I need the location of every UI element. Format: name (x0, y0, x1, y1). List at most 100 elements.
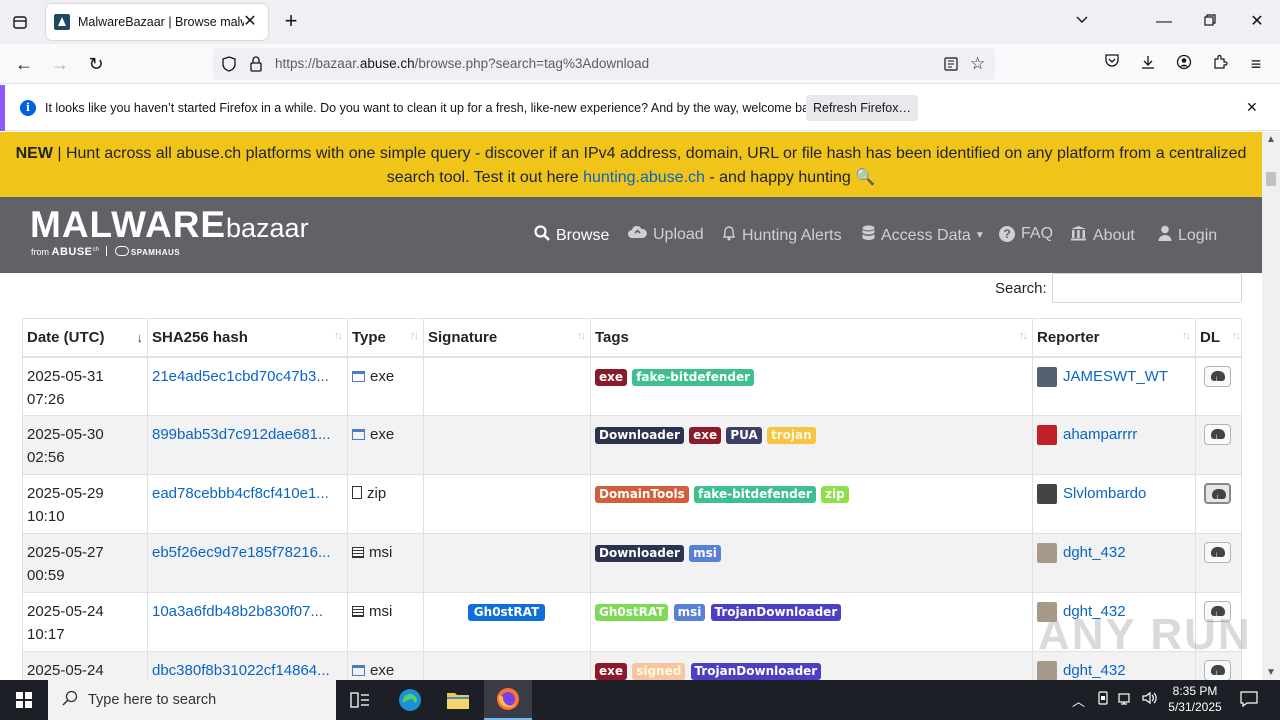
tag-badge[interactable]: DomainTools (595, 486, 689, 503)
firefox-icon[interactable] (484, 680, 532, 720)
hash-link[interactable]: 21e4ad5ec1cbd70c47b3... (152, 368, 329, 385)
windows-logo-icon (16, 692, 32, 708)
device-icon[interactable] (1096, 691, 1110, 708)
tag-badge[interactable]: Gh0stRAT (595, 604, 669, 621)
download-icon[interactable] (1204, 542, 1231, 567)
col-type[interactable]: Type ↑↓ (347, 318, 424, 358)
refresh-firefox-button[interactable]: Refresh Firefox… (806, 95, 918, 121)
reload-icon[interactable]: ↻ (84, 52, 108, 76)
reader-view-icon[interactable] (943, 56, 959, 77)
tag-badge[interactable]: fake-bitdefender (632, 368, 755, 386)
tag-badge[interactable]: exe (689, 427, 722, 444)
file-explorer-icon[interactable] (434, 680, 482, 720)
tag-badge[interactable]: msi (689, 545, 721, 562)
reporter-link[interactable]: dght_432 (1063, 541, 1126, 564)
table-search-input[interactable] (1052, 273, 1242, 303)
tag-badge[interactable]: Downloader (595, 545, 684, 562)
tag-badge[interactable]: PUA (726, 427, 762, 444)
url-text[interactable]: https://bazaar.abuse.ch/browse.php?searc… (275, 56, 649, 71)
tag-badge[interactable]: TrojanDownloader (690, 663, 822, 680)
tag-badge[interactable]: zip (820, 486, 849, 503)
forward-icon[interactable]: → (48, 52, 72, 76)
page-scrollbar[interactable]: ▲ ▼ (1262, 132, 1280, 680)
nav-upload[interactable]: Upload (628, 225, 704, 244)
browser-tab[interactable]: MalwareBazaar | Browse malwa ✕ (46, 4, 268, 40)
window-close-icon[interactable]: ✕ (1245, 10, 1269, 34)
tag-badge[interactable]: msi (673, 604, 706, 621)
account-icon[interactable] (1172, 52, 1196, 76)
hash-link[interactable]: eb5f26ec9d7e185f78216... (152, 544, 331, 561)
notification-close-icon[interactable]: ✕ (1246, 99, 1258, 116)
new-tab-icon[interactable]: + (280, 10, 302, 34)
pocket-icon[interactable] (1100, 52, 1124, 76)
col-date[interactable]: Date (UTC) ↓ (22, 318, 148, 358)
type-cell: msi (347, 592, 424, 652)
scroll-down-icon[interactable]: ▼ (1266, 667, 1276, 678)
nav-about[interactable]: About (1070, 225, 1135, 246)
tag-badge[interactable]: fake-bitdefender (693, 486, 816, 503)
hunting-banner: NEW | Hunt across all abuse.ch platforms… (0, 132, 1262, 197)
lock-icon[interactable] (249, 56, 263, 77)
download-icon[interactable] (1204, 483, 1231, 509)
scroll-thumb[interactable] (1266, 172, 1276, 186)
hash-link[interactable]: ead78cebbb4cf8cf410e1... (152, 485, 329, 502)
reporter-link[interactable]: ahamparrrr (1063, 423, 1137, 446)
signature-badge[interactable]: Gh0stRAT (467, 604, 546, 621)
hash-link[interactable]: dbc380f8b31022cf14864... (152, 662, 330, 679)
shield-icon[interactable] (221, 56, 237, 77)
url-bar[interactable]: https://bazaar.abuse.ch/browse.php?searc… (213, 48, 995, 80)
notification-center-icon[interactable] (1240, 691, 1258, 710)
download-icon[interactable] (1204, 660, 1231, 680)
reporter-link[interactable]: dght_432 (1063, 659, 1126, 680)
bookmark-star-icon[interactable]: ☆ (970, 54, 985, 74)
hunting-link[interactable]: hunting.abuse.ch (583, 169, 705, 186)
minimize-icon[interactable]: — (1152, 10, 1176, 34)
list-all-tabs-icon[interactable] (1070, 10, 1094, 34)
nav-faq[interactable]: ? FAQ (999, 225, 1053, 243)
network-icon[interactable] (1118, 691, 1134, 708)
reporter-link[interactable]: JAMESWT_WT (1063, 365, 1168, 388)
hash-link[interactable]: 899bab53d7c912dae681... (152, 426, 331, 443)
col-reporter[interactable]: Reporter ↑↓ (1032, 318, 1196, 358)
logo-malware[interactable]: MALWARE (30, 204, 226, 246)
logo-bazaar[interactable]: bazaar (226, 213, 309, 244)
table-row: 2025-05-27 00:59 eb5f26ec9d7e185f78216... m… (22, 533, 1242, 593)
task-view-icon[interactable] (336, 680, 384, 720)
extensions-icon[interactable] (1208, 52, 1232, 76)
col-signature[interactable]: Signature ↑↓ (423, 318, 591, 358)
clock-date: 5/31/2025 (1168, 700, 1222, 714)
col-dl[interactable]: DL ↑↓ (1195, 318, 1242, 358)
download-icon[interactable] (1204, 365, 1231, 391)
nav-hunting-alerts[interactable]: Hunting Alerts (722, 225, 842, 246)
edge-icon[interactable] (386, 680, 434, 720)
nav-access-data[interactable]: Access Data ▼ (862, 225, 985, 246)
reporter-cell: dght_432 (1032, 533, 1196, 593)
menu-hamburger-icon[interactable]: ≡ (1244, 52, 1268, 76)
signature-cell (423, 474, 591, 534)
nav-login[interactable]: Login (1158, 225, 1217, 246)
tag-badge[interactable]: TrojanDownloader (710, 604, 842, 621)
reporter-link[interactable]: Slvlombardo (1063, 482, 1146, 505)
tray-overflow-icon[interactable]: ︿ (1072, 691, 1085, 710)
nav-browse[interactable]: Browse (534, 225, 609, 246)
volume-icon[interactable] (1142, 691, 1158, 708)
col-tags[interactable]: Tags ↑↓ (590, 318, 1033, 358)
tag-badge[interactable]: signed (632, 663, 686, 680)
hash-cell: dbc380f8b31022cf14864... (147, 651, 348, 680)
start-button[interactable] (0, 680, 48, 720)
hash-link[interactable]: 10a3a6fdb48b2b830f07... (152, 603, 323, 620)
scroll-up-icon[interactable]: ▲ (1266, 134, 1276, 145)
tag-badge[interactable]: exe (595, 368, 628, 386)
taskbar-clock[interactable]: 8:35 PM 5/31/2025 (1160, 683, 1230, 715)
tab-list-icon[interactable] (8, 10, 32, 34)
back-icon[interactable]: ← (12, 52, 36, 76)
tab-close-icon[interactable]: ✕ (240, 12, 260, 32)
tag-badge[interactable]: Downloader (595, 427, 684, 444)
tag-badge[interactable]: exe (595, 663, 628, 680)
restore-icon[interactable] (1198, 10, 1222, 34)
col-hash[interactable]: SHA256 hash ↑↓ (147, 318, 348, 358)
tag-badge[interactable]: trojan (766, 427, 816, 444)
taskbar-search[interactable]: Type here to search (48, 680, 336, 720)
download-icon[interactable] (1204, 424, 1231, 449)
downloads-icon[interactable] (1136, 52, 1160, 76)
